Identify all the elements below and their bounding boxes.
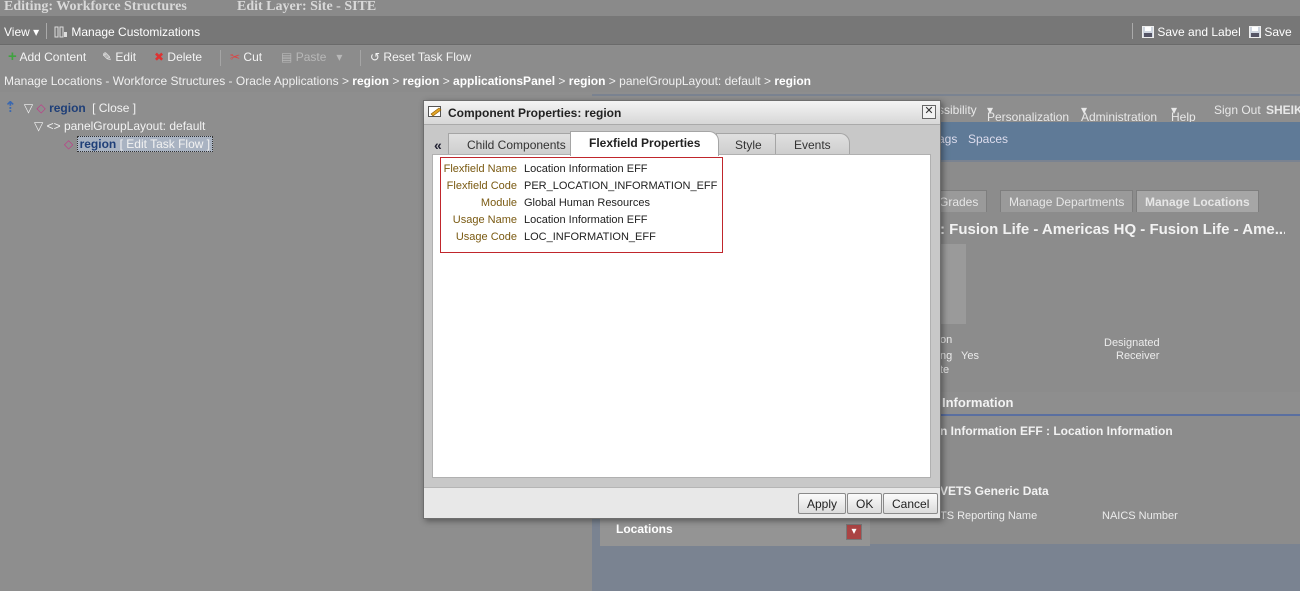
manage-customizations-button[interactable]: Manage Customizations <box>54 25 200 39</box>
tree-node-region-selected[interactable]: ◇ region [ Edit Task Flow ] <box>64 136 214 152</box>
paste-button[interactable]: ▤ Paste ▾ <box>281 50 342 64</box>
component-icon: ◇ <box>36 101 46 115</box>
property-label: Usage Name <box>452 214 517 226</box>
property-label: Usage Code <box>455 231 517 243</box>
properties-icon <box>428 106 442 117</box>
scissors-icon: ✂ <box>230 50 241 64</box>
customize-icon <box>54 26 67 38</box>
delete-button[interactable]: ✖ Delete <box>154 50 202 64</box>
dialog-footer: Apply OK Cancel <box>424 487 940 518</box>
save-button[interactable]: Save <box>1249 25 1292 39</box>
component-tree: ⇡ ▽ ◇ region [ Close ] ▽ <> panelGroupLa… <box>0 94 424 591</box>
tree-node-selection[interactable]: region [ Edit Task Flow ] <box>76 136 214 152</box>
property-label: Module <box>480 197 517 209</box>
property-row: Usage Name Location Information EFF <box>441 211 722 228</box>
sign-out-link: Sign Out <box>1214 103 1261 117</box>
cancel-button[interactable]: Cancel <box>883 493 939 514</box>
menu-divider <box>46 23 47 39</box>
menu-divider <box>1132 23 1133 39</box>
breadcrumb: Manage Locations - Workforce Structures … <box>0 70 1300 92</box>
component-properties-dialog: Component Properties: region ✕ « Child C… <box>423 100 941 519</box>
bg-location-title: : Fusion Life - Americas HQ - Fusion Lif… <box>940 221 1285 238</box>
close-action[interactable]: [ Close ] <box>92 101 136 115</box>
composer-menu-bar: View ▾ Manage Customizations Save and La… <box>0 16 1300 45</box>
composer-toolbar: + Add Content ✎ Edit ✖ Delete ✂ Cut ▤ Pa… <box>0 46 1300 70</box>
toolbar-divider <box>220 50 221 66</box>
bg-tab-manage-departments: Manage Departments <box>1000 190 1134 212</box>
composer-title: Editing: Workforce Structures <box>4 0 187 14</box>
help-menu: Help ▾ <box>1171 103 1196 124</box>
dialog-title: Component Properties: region <box>448 106 622 120</box>
bg-building-image <box>940 244 966 324</box>
collapse-tabs-icon[interactable]: « <box>434 137 442 153</box>
property-value: Global Human Resources <box>524 197 650 209</box>
property-row: Flexfield Name Location Information EFF <box>441 160 722 177</box>
cut-button[interactable]: ✂ Cut <box>230 50 262 64</box>
dialog-tab-bar: « Child Components Flexfield Properties … <box>424 129 940 156</box>
tree-node-root[interactable]: ⇡ ▽ ◇ region [ Close ] <box>4 98 136 116</box>
reset-icon: ↺ <box>370 50 381 64</box>
breadcrumb-item[interactable]: applicationsPanel <box>453 74 555 88</box>
tree-node-label[interactable]: panelGroupLayout: default <box>64 119 205 133</box>
up-arrow-icon[interactable]: ⇡ <box>4 99 17 116</box>
breadcrumb-item[interactable]: region <box>352 74 389 88</box>
property-value: Location Information EFF <box>524 214 648 226</box>
close-icon[interactable]: ✕ <box>922 105 936 119</box>
toolbar-divider <box>360 50 361 66</box>
breadcrumb-item[interactable]: region <box>569 74 606 88</box>
tab-events[interactable]: Events <box>775 133 850 155</box>
flexfield-properties-panel: Flexfield Name Location Information EFF … <box>432 154 931 478</box>
save-and-label-button[interactable]: Save and Label <box>1142 25 1241 39</box>
edit-button[interactable]: ✎ Edit <box>102 50 136 64</box>
breadcrumb-current: region <box>774 74 811 88</box>
property-value: LOC_INFORMATION_EFF <box>524 231 656 243</box>
edit-task-flow-link[interactable]: Edit Task Flow <box>126 137 203 151</box>
property-label: Flexfield Name <box>443 163 517 175</box>
property-value: PER_LOCATION_INFORMATION_EFF <box>524 180 718 192</box>
property-row: Flexfield Code PER_LOCATION_INFORMATION_… <box>441 177 722 194</box>
dialog-title-bar[interactable]: Component Properties: region ✕ <box>424 101 940 125</box>
delete-x-icon: ✖ <box>154 50 165 64</box>
breadcrumb-root[interactable]: Manage Locations - Workforce Structures … <box>4 74 339 88</box>
chevron-down-icon: ▾ <box>846 524 862 540</box>
expand-triangle-icon[interactable]: ▽ <box>24 101 33 115</box>
tree-node-label[interactable]: region <box>80 137 117 151</box>
expand-triangle-icon[interactable]: ▽ <box>34 119 43 133</box>
tree-node-panelgrouplayout[interactable]: ▽ <> panelGroupLayout: default <box>34 119 205 133</box>
tab-flexfield-properties[interactable]: Flexfield Properties <box>570 131 720 156</box>
plus-icon: + <box>8 48 17 65</box>
tab-style[interactable]: Style <box>716 133 781 155</box>
pencil-icon: ✎ <box>102 50 113 64</box>
reset-task-flow-button[interactable]: ↺ Reset Task Flow <box>370 50 471 64</box>
apply-button[interactable]: Apply <box>798 493 847 514</box>
breadcrumb-item[interactable]: panelGroupLayout: default <box>619 74 760 88</box>
chevron-down-icon: ▾ <box>33 25 40 39</box>
floppy-icon <box>1142 26 1154 38</box>
bg-tab-manage-locations: Manage Locations <box>1136 190 1259 212</box>
edit-layer-label: Edit Layer: Site - SITE <box>237 0 377 14</box>
breadcrumb-item[interactable]: region <box>403 74 440 88</box>
chevron-down-icon: ▾ <box>336 50 343 64</box>
property-row: Usage Code LOC_INFORMATION_EFF <box>441 228 722 245</box>
user-name: SHEIK <box>1266 103 1300 117</box>
code-brackets-icon: <> <box>46 119 61 133</box>
personalization-menu: Personalization ▾ <box>987 103 1070 124</box>
ok-button[interactable]: OK <box>847 493 883 514</box>
floppy-icon <box>1249 26 1261 38</box>
add-content-button[interactable]: + Add Content <box>8 48 86 65</box>
administration-menu: Administration ▾ <box>1081 103 1158 124</box>
property-value: Location Information EFF <box>524 163 648 175</box>
component-icon: ◇ <box>64 137 74 151</box>
view-menu[interactable]: View ▾ <box>4 25 39 39</box>
composer-title-bar: Editing: Workforce Structures Edit Layer… <box>0 0 1300 16</box>
property-row: Module Global Human Resources <box>441 194 722 211</box>
property-label: Flexfield Code <box>446 180 517 192</box>
flexfield-properties-table: Flexfield Name Location Information EFF … <box>440 157 723 253</box>
tab-child-components[interactable]: Child Components <box>448 133 585 155</box>
tree-node-label[interactable]: region <box>49 101 86 115</box>
clipboard-icon: ▤ <box>281 50 293 64</box>
bg-information-header: Information <box>940 392 1300 416</box>
